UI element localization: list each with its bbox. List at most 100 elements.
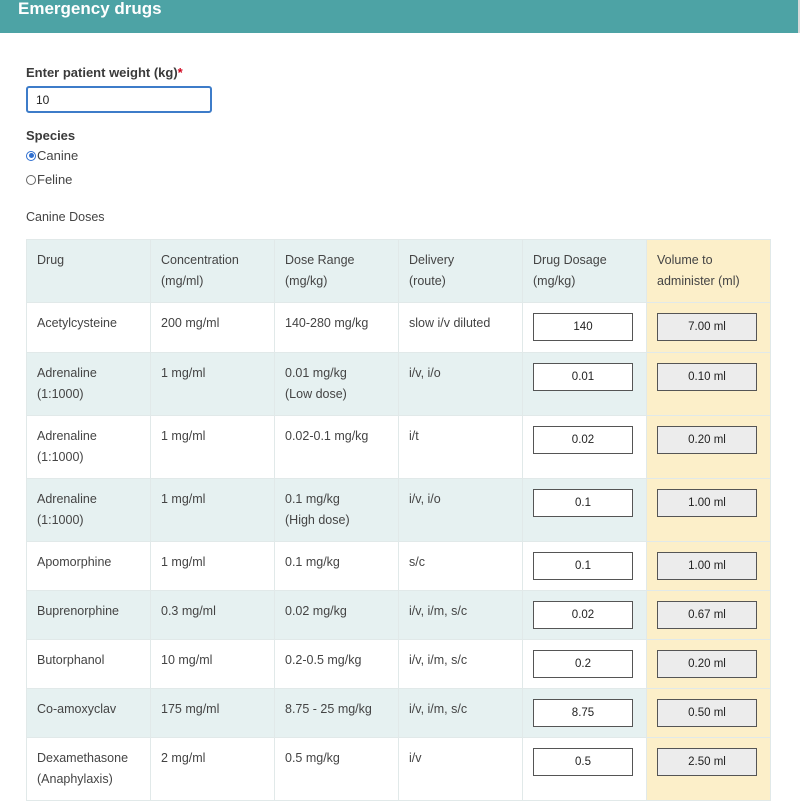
concentration-cell: 2 mg/ml [150,737,275,801]
delivery-value: i/v [409,751,422,765]
dosage-cell [522,478,647,542]
required-marker: * [177,65,183,80]
volume-cell: 1.00 ml [646,541,771,591]
volume-cell: 0.10 ml [646,352,771,416]
drug-name: Acetylcysteine [37,316,117,330]
table-row: Apomorphine 1 mg/ml 0.1 mg/kg s/c 1.00 ml [26,541,771,591]
species-option-canine[interactable]: Canine [26,146,774,165]
header-volume-unit: administer (ml) [657,274,740,288]
drug-note: (1:1000) [37,450,84,464]
dosage-cell [522,415,647,479]
delivery-value: slow i/v diluted [409,316,491,330]
volume-output: 0.20 ml [657,426,757,454]
concentration-value: 200 mg/ml [161,316,220,330]
dose-range-cell: 0.1 mg/kg [274,541,399,591]
dose-range-value: 0.1 mg/kg [285,555,340,569]
delivery-value: i/v, i/o [409,492,441,506]
dose-range-value: 0.1 mg/kg [285,492,340,506]
delivery-cell: i/v, i/m, s/c [398,590,523,640]
delivery-cell: i/v [398,737,523,801]
drug-note: (1:1000) [37,387,84,401]
header-volume-label: Volume to [657,253,713,267]
concentration-value: 1 mg/ml [161,492,206,506]
dosage-input[interactable] [533,426,633,454]
dose-range-value: 140-280 mg/kg [285,316,369,330]
table-header-row: Drug Concentration (mg/ml) Dose Range (mg/… [26,239,771,303]
dosage-input[interactable] [533,748,633,776]
delivery-cell: s/c [398,541,523,591]
dosage-input[interactable] [533,313,633,341]
volume-cell: 2.50 ml [646,737,771,801]
dosage-cell [522,737,647,801]
table-row: Butorphanol 10 mg/ml 0.2-0.5 mg/kg i/v, i/m… [26,639,771,689]
feline-radio[interactable] [26,174,36,185]
dose-range-cell: 0.1 mg/kg (High dose) [274,478,399,542]
header-concentration-unit: (mg/ml) [161,274,204,288]
concentration-value: 1 mg/ml [161,555,206,569]
drug-name: Apomorphine [37,555,112,569]
table-row: Buprenorphine 0.3 mg/ml 0.02 mg/kg i/v, i/m… [26,590,771,640]
drugs-table: Drug Concentration (mg/ml) Dose Range (mg/… [26,239,771,801]
feline-radio-label: Feline [37,172,73,187]
app-header: Emergency drugs [0,0,800,33]
drug-name: Adrenaline [37,366,97,380]
concentration-value: 1 mg/ml [161,366,206,380]
delivery-value: i/v, i/m, s/c [409,604,468,618]
drug-cell: Dexamethasone (Anaphylaxis) [26,737,151,801]
volume-cell: 1.00 ml [646,478,771,542]
canine-radio-label: Canine [37,148,79,163]
dosage-input[interactable] [533,489,633,517]
volume-output: 0.50 ml [657,699,757,727]
header-dose-range-label: Dose Range [285,253,355,267]
drug-cell: Buprenorphine [26,590,151,640]
species-label: Species [26,128,76,143]
dose-range-value: 0.2-0.5 mg/kg [285,653,362,667]
volume-output: 1.00 ml [657,489,757,517]
dosage-input[interactable] [533,363,633,391]
volume-cell: 0.20 ml [646,415,771,479]
dose-range-note: (Low dose) [285,387,347,401]
dosage-cell [522,688,647,738]
header-drug-label: Drug [37,253,65,267]
dosage-input[interactable] [533,699,633,727]
volume-cell: 0.20 ml [646,639,771,689]
table-row: Co-amoxyclav 175 mg/ml 8.75 - 25 mg/kg i/v,… [26,688,771,738]
concentration-value: 0.3 mg/ml [161,604,216,618]
drug-name: Co-amoxyclav [37,702,117,716]
dose-range-cell: 0.5 mg/kg [274,737,399,801]
delivery-value: s/c [409,555,425,569]
table-row: Acetylcysteine 200 mg/ml 140-280 mg/kg slow… [26,302,771,353]
dose-range-value: 0.02-0.1 mg/kg [285,429,369,443]
dosage-cell [522,352,647,416]
canine-radio[interactable] [26,150,36,161]
dose-range-cell: 140-280 mg/kg [274,302,399,353]
concentration-cell: 175 mg/ml [150,688,275,738]
main-content: Enter patient weight (kg)* Species Canin… [0,65,800,801]
drug-name: Adrenaline [37,429,97,443]
drug-cell: Adrenaline (1:1000) [26,415,151,479]
drug-name: Adrenaline [37,492,97,506]
dose-range-value: 0.01 mg/kg [285,366,347,380]
delivery-cell: i/v, i/m, s/c [398,639,523,689]
header-delivery-unit: (route) [409,274,446,288]
dosage-input[interactable] [533,650,633,678]
table-row: Adrenaline (1:1000) 1 mg/ml 0.01 mg/kg (Low … [26,352,771,416]
weight-input[interactable] [26,86,212,113]
delivery-value: i/v, i/m, s/c [409,702,468,716]
delivery-value: i/v, i/o [409,366,441,380]
delivery-cell: i/v, i/m, s/c [398,688,523,738]
header-drug: Drug [26,239,151,303]
dose-range-cell: 0.01 mg/kg (Low dose) [274,352,399,416]
header-dosage-unit: (mg/kg) [533,274,576,288]
drug-cell: Co-amoxyclav [26,688,151,738]
table-row: Dexamethasone (Anaphylaxis) 2 mg/ml 0.5 mg/… [26,737,771,801]
dosage-input[interactable] [533,601,633,629]
species-option-feline[interactable]: Feline [26,170,774,189]
concentration-cell: 0.3 mg/ml [150,590,275,640]
dose-range-note: (High dose) [285,513,350,527]
header-dosage: Drug Dosage (mg/kg) [522,239,647,303]
volume-output: 1.00 ml [657,552,757,580]
drug-cell: Adrenaline (1:1000) [26,478,151,542]
drug-name: Dexamethasone [37,751,129,765]
dosage-input[interactable] [533,552,633,580]
